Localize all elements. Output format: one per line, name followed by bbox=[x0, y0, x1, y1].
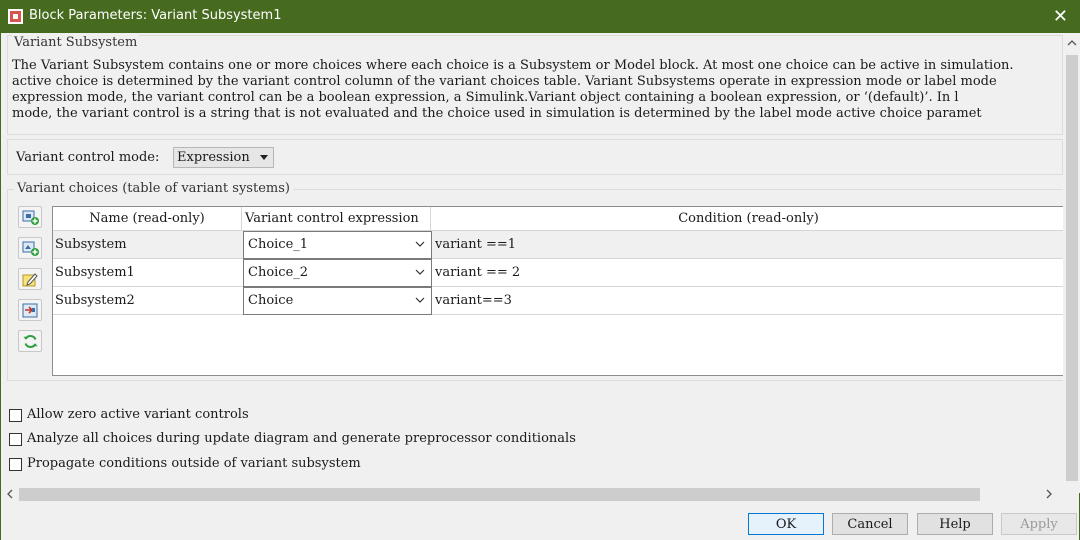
edit-choice-button[interactable] bbox=[18, 268, 42, 290]
table-row[interactable]: Subsystem1 Choice_2 variant == 2 bbox=[53, 259, 1065, 287]
choice-name: Subsystem2 bbox=[55, 293, 135, 308]
add-choice-icon bbox=[22, 210, 39, 225]
title-bar: Block Parameters: Variant Subsystem1 ✕ bbox=[0, 0, 1080, 33]
choice-condition: variant ==1 bbox=[435, 237, 517, 252]
chevron-down-icon bbox=[415, 269, 425, 275]
choice-condition: variant==3 bbox=[435, 293, 512, 308]
help-button[interactable]: Help bbox=[917, 513, 993, 535]
vertical-scrollbar[interactable] bbox=[1063, 33, 1080, 493]
table-row[interactable]: Subsystem2 Choice variant==3 bbox=[53, 287, 1065, 315]
table-header: Name (read-only) Variant control express… bbox=[53, 207, 1065, 231]
ok-button[interactable]: OK bbox=[748, 513, 824, 535]
apply-button[interactable]: Apply bbox=[1001, 513, 1077, 535]
variant-choices-group: Variant choices (table of variant system… bbox=[7, 181, 1065, 381]
variant-control-mode-value: Expression bbox=[177, 150, 250, 165]
add-model-choice-button[interactable] bbox=[18, 237, 42, 259]
simulink-app-icon bbox=[8, 9, 23, 24]
description-line: The Variant Subsystem contains one or mo… bbox=[12, 58, 1014, 73]
chevron-down-icon bbox=[415, 297, 425, 303]
description-text: The Variant Subsystem contains one or mo… bbox=[12, 58, 1064, 130]
checkbox-box[interactable] bbox=[9, 409, 22, 422]
choice-name: Subsystem1 bbox=[55, 265, 135, 280]
column-header-name[interactable]: Name (read-only) bbox=[53, 207, 242, 231]
variant-control-expression-combo[interactable]: Choice bbox=[243, 287, 432, 315]
variant-control-mode-select[interactable]: Expression bbox=[173, 147, 274, 168]
variant-choices-table: Name (read-only) Variant control express… bbox=[52, 206, 1065, 376]
scroll-left-icon[interactable] bbox=[6, 489, 14, 499]
variant-control-mode-row: Variant control mode: Expression bbox=[7, 139, 1063, 175]
expression-value: Choice_1 bbox=[248, 237, 309, 252]
column-header-condition[interactable]: Condition (read-only) bbox=[432, 207, 1065, 231]
refresh-button[interactable] bbox=[18, 330, 42, 352]
table-row[interactable]: Subsystem Choice_1 variant ==1 bbox=[53, 231, 1065, 259]
checkbox-label[interactable]: Allow zero active variant controls bbox=[27, 407, 249, 422]
description-group-title: Variant Subsystem bbox=[12, 35, 140, 50]
dialog-content: Variant Subsystem The Variant Subsystem … bbox=[0, 33, 1080, 540]
add-choice-button[interactable] bbox=[18, 206, 42, 228]
choice-condition: variant == 2 bbox=[435, 265, 521, 280]
open-block-icon bbox=[22, 303, 38, 318]
add-model-choice-icon bbox=[22, 241, 39, 256]
expression-value: Choice bbox=[248, 293, 294, 308]
vertical-scroll-thumb[interactable] bbox=[1066, 55, 1078, 481]
column-header-expression[interactable]: Variant control expression bbox=[243, 207, 431, 231]
horizontal-scrollbar[interactable] bbox=[1, 486, 1063, 503]
description-line: mode, the variant control is a string th… bbox=[12, 106, 982, 121]
checkbox-label[interactable]: Propagate conditions outside of variant … bbox=[27, 456, 361, 471]
choice-name: Subsystem bbox=[55, 237, 127, 252]
expression-value: Choice_2 bbox=[248, 265, 309, 280]
description-line: expression mode, the variant control can… bbox=[12, 90, 959, 105]
caret-down-icon bbox=[260, 155, 268, 160]
refresh-icon bbox=[23, 335, 38, 348]
variant-control-mode-label: Variant control mode: bbox=[16, 150, 160, 165]
horizontal-scroll-thumb[interactable] bbox=[19, 488, 980, 501]
variant-control-expression-combo[interactable]: Choice_2 bbox=[243, 259, 432, 287]
checkbox-box[interactable] bbox=[9, 458, 22, 471]
description-line: active choice is determined by the varia… bbox=[12, 74, 997, 89]
scroll-right-icon[interactable] bbox=[1045, 489, 1053, 499]
edit-icon bbox=[22, 273, 38, 287]
window-title: Block Parameters: Variant Subsystem1 bbox=[29, 8, 282, 23]
cancel-button[interactable]: Cancel bbox=[832, 513, 908, 535]
scroll-up-icon[interactable] bbox=[1067, 39, 1077, 47]
checkbox-box[interactable] bbox=[9, 433, 22, 446]
variant-choices-group-title: Variant choices (table of variant system… bbox=[14, 181, 293, 196]
close-icon[interactable]: ✕ bbox=[1053, 6, 1068, 27]
variant-control-expression-combo[interactable]: Choice_1 bbox=[243, 231, 432, 259]
open-block-button[interactable] bbox=[18, 299, 42, 321]
checkbox-label[interactable]: Analyze all choices during update diagra… bbox=[27, 431, 576, 446]
chevron-down-icon bbox=[415, 241, 425, 247]
description-group: Variant Subsystem The Variant Subsystem … bbox=[7, 35, 1063, 135]
